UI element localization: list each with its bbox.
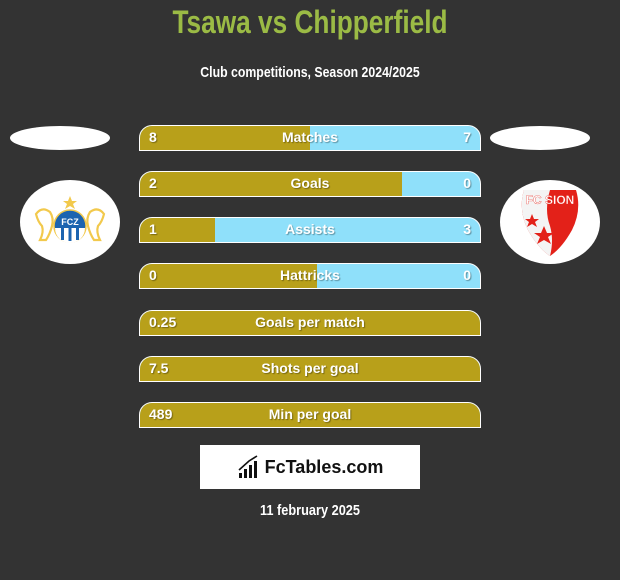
left-team-name-placeholder [10,126,110,150]
fctables-brand-link[interactable]: FcTables.com [200,445,420,489]
stat-row: 7.5 Shots per goal [139,356,481,382]
right-value: 7 [463,129,471,145]
stat-row: 1 Assists 3 [139,217,481,243]
stat-row: 2 Goals 0 [139,171,481,197]
page-title: Tsawa vs Chipperfield [172,4,448,40]
right-team-logo[interactable]: FC SION [500,180,600,264]
page-subtitle: Club competitions, Season 2024/2025 [200,64,420,81]
stat-label: Shots per goal [261,360,359,376]
match-date: 11 february 2025 [260,502,360,519]
stat-label: Goals [290,175,330,191]
right-value: 0 [463,175,471,191]
svg-text:FC SION: FC SION [526,193,575,207]
stat-label: Goals per match [255,314,365,330]
stat-label: Min per goal [268,406,352,422]
stat-row: 489 Min per goal [139,402,481,428]
stat-label: Hattricks [280,267,340,283]
stat-row: 8 Matches 7 [139,125,481,151]
stat-label: Matches [281,129,339,145]
stat-row: 0 Hattricks 0 [139,263,481,289]
stat-label: Assists [285,221,335,237]
left-team-logo[interactable]: FCZ [20,180,120,264]
stat-row: 0.25 Goals per match [139,310,481,336]
svg-text:FCZ: FCZ [61,217,79,227]
right-team-name-placeholder [490,126,590,150]
fc-zurich-logo-icon: FCZ [34,196,106,243]
brand-name: FcTables.com [264,456,384,477]
fc-sion-logo-icon: FC SION [521,190,579,256]
right-value: 3 [463,221,471,237]
bar-chart-icon [238,455,258,478]
right-value: 0 [463,267,471,283]
